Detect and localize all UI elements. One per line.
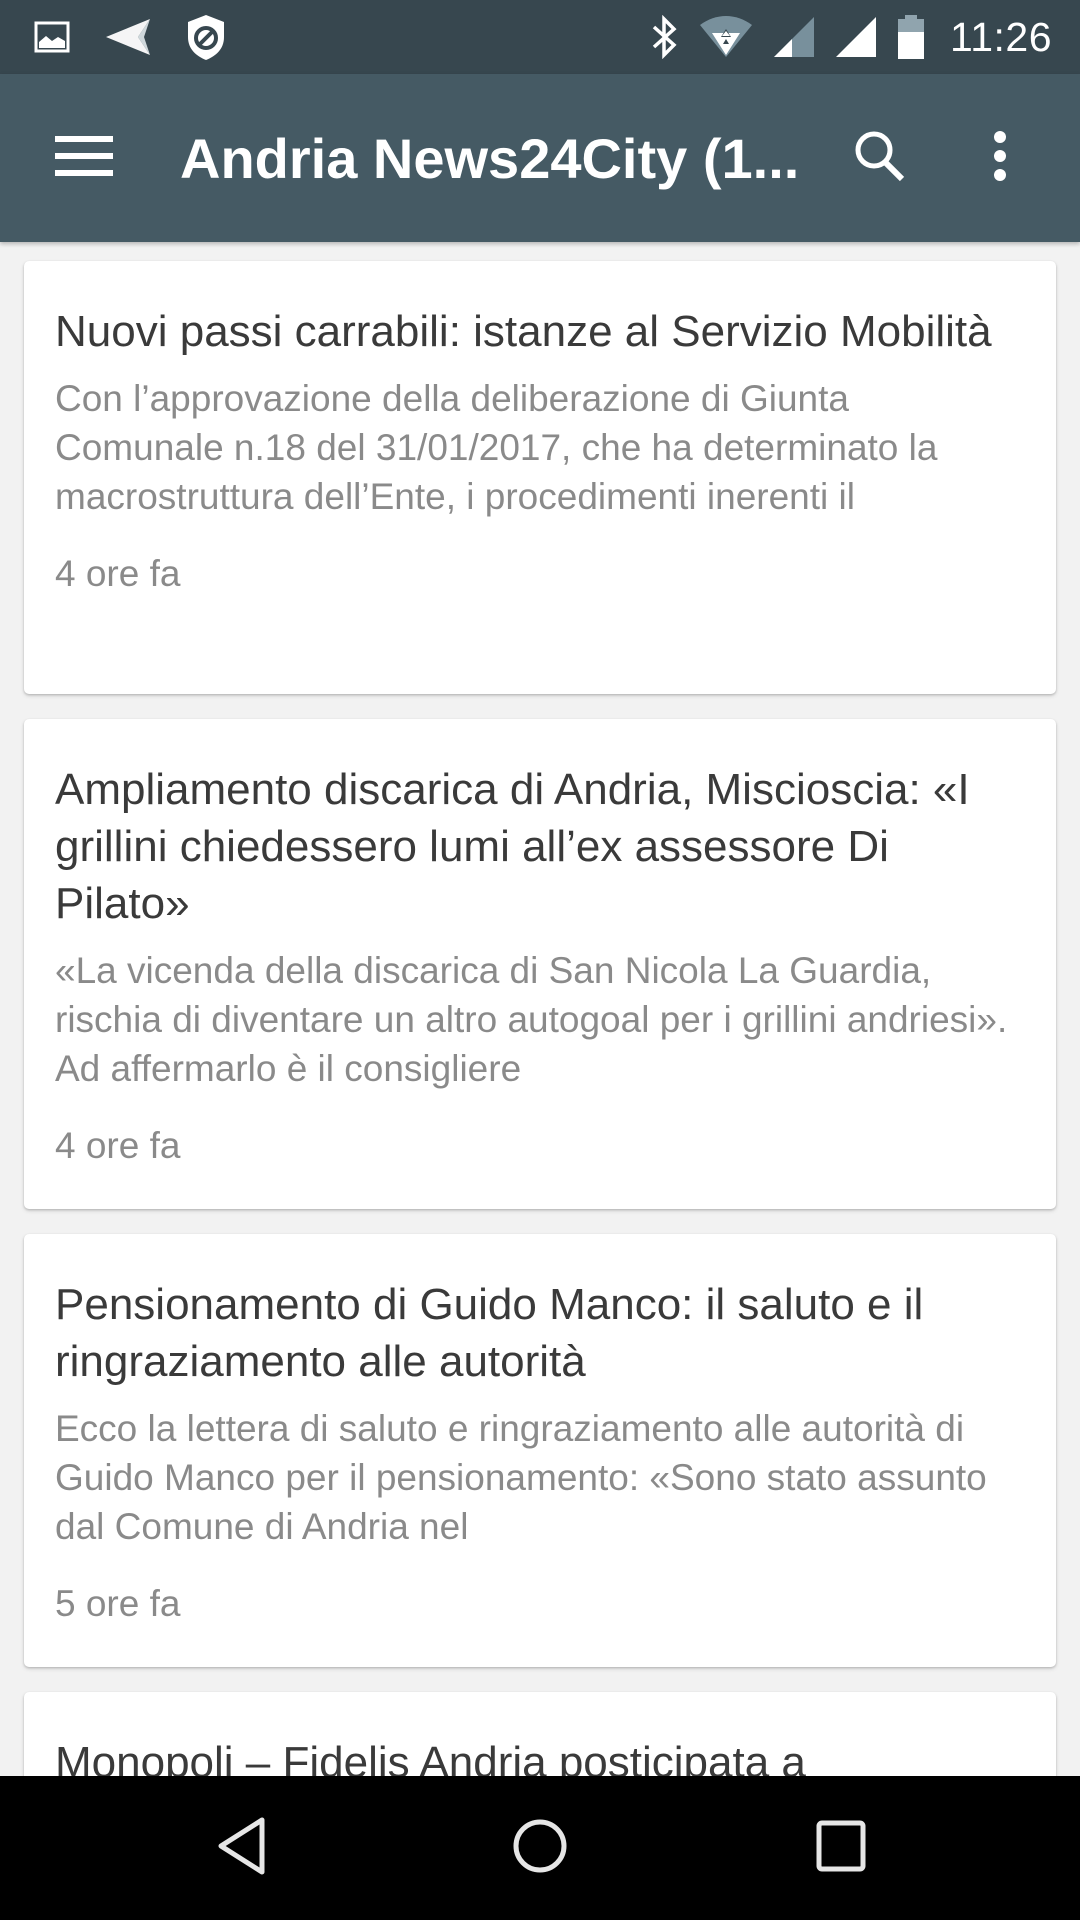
article-time: 4 ore fa: [55, 1125, 181, 1166]
image-notification-icon: [34, 21, 70, 53]
article-title: Monopoli – Fidelis Andria posticipata a: [55, 1738, 806, 1776]
status-bar: 11:26: [0, 0, 1080, 74]
article-title: Nuovi passi carrabili: istanze al Serviz…: [55, 307, 992, 356]
shield-blocked-icon: [186, 13, 226, 61]
home-icon: [512, 1818, 568, 1879]
article-time: 5 ore fa: [55, 1583, 181, 1624]
recents-button[interactable]: [771, 1793, 911, 1903]
hamburger-menu-icon: [55, 134, 113, 183]
status-right-icons: 11:26: [650, 14, 1080, 61]
more-options-button[interactable]: [958, 116, 1042, 200]
article-list[interactable]: Nuovi passi carrabili: istanze al Serviz…: [0, 242, 1080, 1776]
back-icon: [215, 1817, 269, 1880]
menu-button[interactable]: [42, 116, 126, 200]
recents-icon: [816, 1820, 866, 1877]
clock: 11:26: [949, 13, 1052, 60]
article-card[interactable]: Nuovi passi carrabili: istanze al Serviz…: [24, 261, 1056, 694]
more-vert-icon: [990, 130, 1010, 187]
status-left-icons: [0, 13, 226, 61]
battery-icon: [896, 14, 926, 60]
wifi-icon: [698, 15, 754, 59]
bluetooth-icon: [650, 15, 680, 59]
article-title: Pensionamento di Guido Manco: il saluto …: [55, 1280, 924, 1386]
article-summary: Con l’approvazione della deliberazione d…: [55, 378, 938, 517]
search-icon: [852, 128, 908, 189]
search-button[interactable]: [838, 116, 922, 200]
cell-signal-1-icon: [772, 15, 816, 59]
home-button[interactable]: [470, 1793, 610, 1903]
cell-signal-2-icon: [834, 15, 878, 59]
app-bar: Andria News24City (1...: [0, 74, 1080, 242]
article-card[interactable]: Pensionamento di Guido Manco: il saluto …: [24, 1234, 1056, 1667]
article-card[interactable]: Ampliamento discarica di Andria, Miscios…: [24, 719, 1056, 1209]
article-summary: Ecco la lettera di saluto e ringraziamen…: [55, 1408, 987, 1547]
article-summary: «La vicenda della discarica di San Nicol…: [55, 950, 1008, 1089]
back-button[interactable]: [172, 1793, 312, 1903]
navigation-bar: [0, 1776, 1080, 1920]
article-card[interactable]: Monopoli – Fidelis Andria posticipata a: [24, 1692, 1056, 1776]
article-time: 4 ore fa: [55, 553, 181, 594]
send-notification-icon: [104, 17, 152, 57]
article-title: Ampliamento discarica di Andria, Miscios…: [55, 765, 970, 928]
app-title: Andria News24City (1...: [180, 126, 800, 190]
